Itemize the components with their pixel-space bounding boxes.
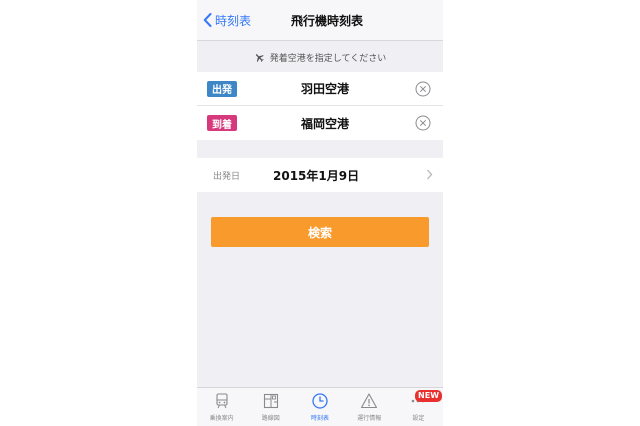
- clear-circle-icon: [415, 115, 431, 131]
- tab-label: 路線図: [261, 415, 280, 422]
- tab-bar: 乗換案内 路線図 時刻表 運行情報 設定 NEW: [197, 387, 443, 426]
- hint-text: 発着空港を指定してください: [269, 53, 387, 64]
- clear-arrival-button[interactable]: [415, 115, 431, 131]
- navigation-bar: 時刻表 飛行機時刻表: [197, 0, 443, 41]
- date-value: 2015年1月9日: [273, 169, 360, 183]
- page-title: 飛行機時刻表: [290, 14, 363, 28]
- search-button[interactable]: 検索: [211, 217, 429, 247]
- station-card: 出発 羽田空港 到着 福岡空港: [197, 72, 443, 140]
- tab-label: 設定: [412, 415, 425, 422]
- tab-label: 運行情報: [357, 415, 382, 422]
- airplane-icon: [255, 53, 264, 62]
- new-badge: NEW: [415, 390, 443, 402]
- train-icon: [216, 393, 228, 409]
- chevron-right-icon: [427, 169, 433, 180]
- map-icon: [263, 393, 278, 409]
- arrival-badge: 到着: [207, 115, 237, 131]
- clock-icon: [312, 393, 328, 409]
- tab-settings[interactable]: 設定 NEW: [394, 388, 443, 426]
- departure-station-name[interactable]: 羽田空港: [247, 80, 403, 97]
- clear-circle-icon: [415, 81, 431, 96]
- tab-label: 時刻表: [311, 415, 330, 422]
- phone-screen: 時刻表 飛行機時刻表 発着空港を指定してください 出発 羽田空港 到着 福岡空港: [197, 0, 443, 426]
- arrival-row[interactable]: 到着 福岡空港: [197, 106, 443, 140]
- warning-icon: [361, 393, 378, 409]
- hint-message: 発着空港を指定してください: [197, 46, 443, 68]
- tab-transfer[interactable]: 乗換案内: [197, 388, 246, 426]
- departure-badge: 出発: [207, 80, 237, 97]
- tab-route-map[interactable]: 路線図: [246, 388, 295, 426]
- date-row[interactable]: 出発日 2015年1月9日: [197, 158, 443, 192]
- tab-service-info[interactable]: 運行情報: [345, 388, 394, 426]
- tab-timetable[interactable]: 時刻表: [295, 388, 344, 426]
- arrival-station-name[interactable]: 福岡空港: [247, 115, 403, 132]
- departure-row[interactable]: 出発 羽田空港: [197, 72, 443, 106]
- clear-departure-button[interactable]: [415, 81, 431, 97]
- tab-label: 乗換案内: [209, 415, 234, 422]
- date-label: 出発日: [213, 172, 241, 182]
